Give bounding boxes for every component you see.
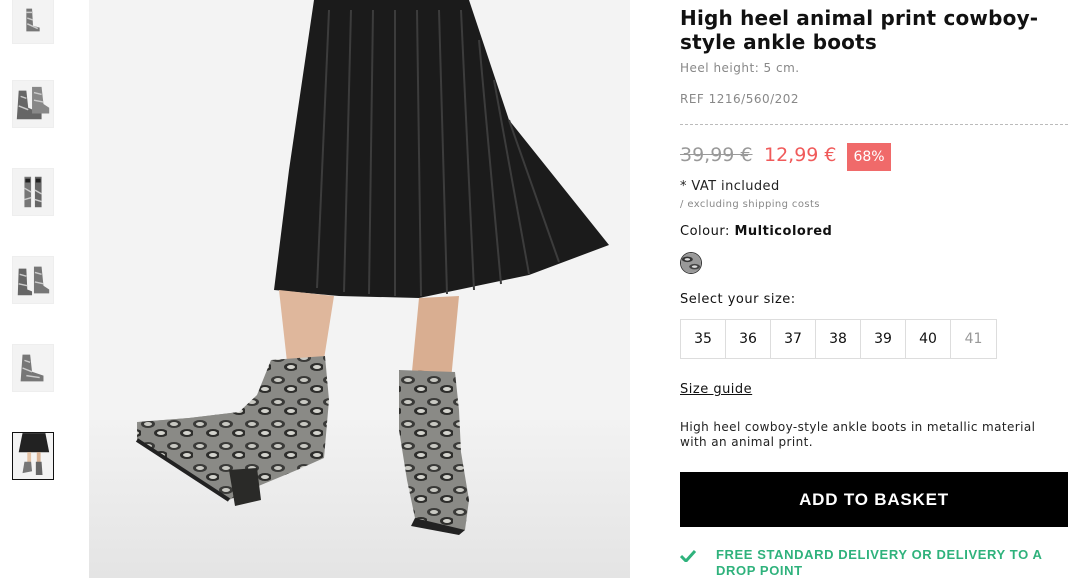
- thumbnail-1[interactable]: [12, 0, 54, 44]
- product-info-panel: High heel animal print cowboy-style ankl…: [680, 0, 1068, 578]
- sale-price: 12,99 €: [764, 144, 837, 166]
- divider: [680, 124, 1068, 125]
- colour-value: Multicolored: [734, 224, 833, 239]
- thumbnail-3[interactable]: [12, 168, 54, 216]
- size-option[interactable]: 35: [681, 320, 726, 358]
- size-option[interactable]: 40: [906, 320, 951, 358]
- thumbnail-list: [0, 0, 70, 578]
- vat-note: * VAT included: [680, 179, 780, 194]
- product-title: High heel animal print cowboy-style ankl…: [680, 6, 1039, 54]
- heel-height: Heel height: 5 cm.: [680, 61, 800, 75]
- size-guide-link[interactable]: Size guide: [680, 382, 752, 397]
- size-label: Select your size:: [680, 292, 796, 307]
- discount-badge: 68%: [847, 143, 891, 171]
- thumbnail-4[interactable]: [12, 256, 54, 304]
- add-to-basket-button[interactable]: ADD TO BASKET: [680, 472, 1068, 527]
- delivery-text: FREE STANDARD DELIVERY OR DELIVERY TO A …: [716, 547, 1043, 578]
- size-option[interactable]: 38: [816, 320, 861, 358]
- shipping-note: / excluding shipping costs: [680, 199, 820, 210]
- size-option[interactable]: 39: [861, 320, 906, 358]
- thumbnail-5[interactable]: [12, 344, 54, 392]
- colour-label: Colour:: [680, 224, 730, 239]
- product-description: High heel cowboy-style ankle boots in me…: [680, 420, 1036, 449]
- thumbnail-6[interactable]: [12, 432, 54, 480]
- size-selector: 35 36 37 38 39 40 41: [680, 319, 997, 359]
- size-option[interactable]: 37: [771, 320, 816, 358]
- product-reference: REF 1216/560/202: [680, 92, 800, 106]
- colour-swatch[interactable]: [680, 252, 702, 274]
- size-option[interactable]: 36: [726, 320, 771, 358]
- original-price: 39,99 €: [680, 144, 753, 166]
- product-main-image[interactable]: [89, 0, 630, 578]
- check-icon: [680, 550, 696, 562]
- thumbnail-2[interactable]: [12, 80, 54, 128]
- colour-row: Colour: Multicolored: [680, 224, 832, 239]
- size-option-unavailable[interactable]: 41: [951, 320, 996, 358]
